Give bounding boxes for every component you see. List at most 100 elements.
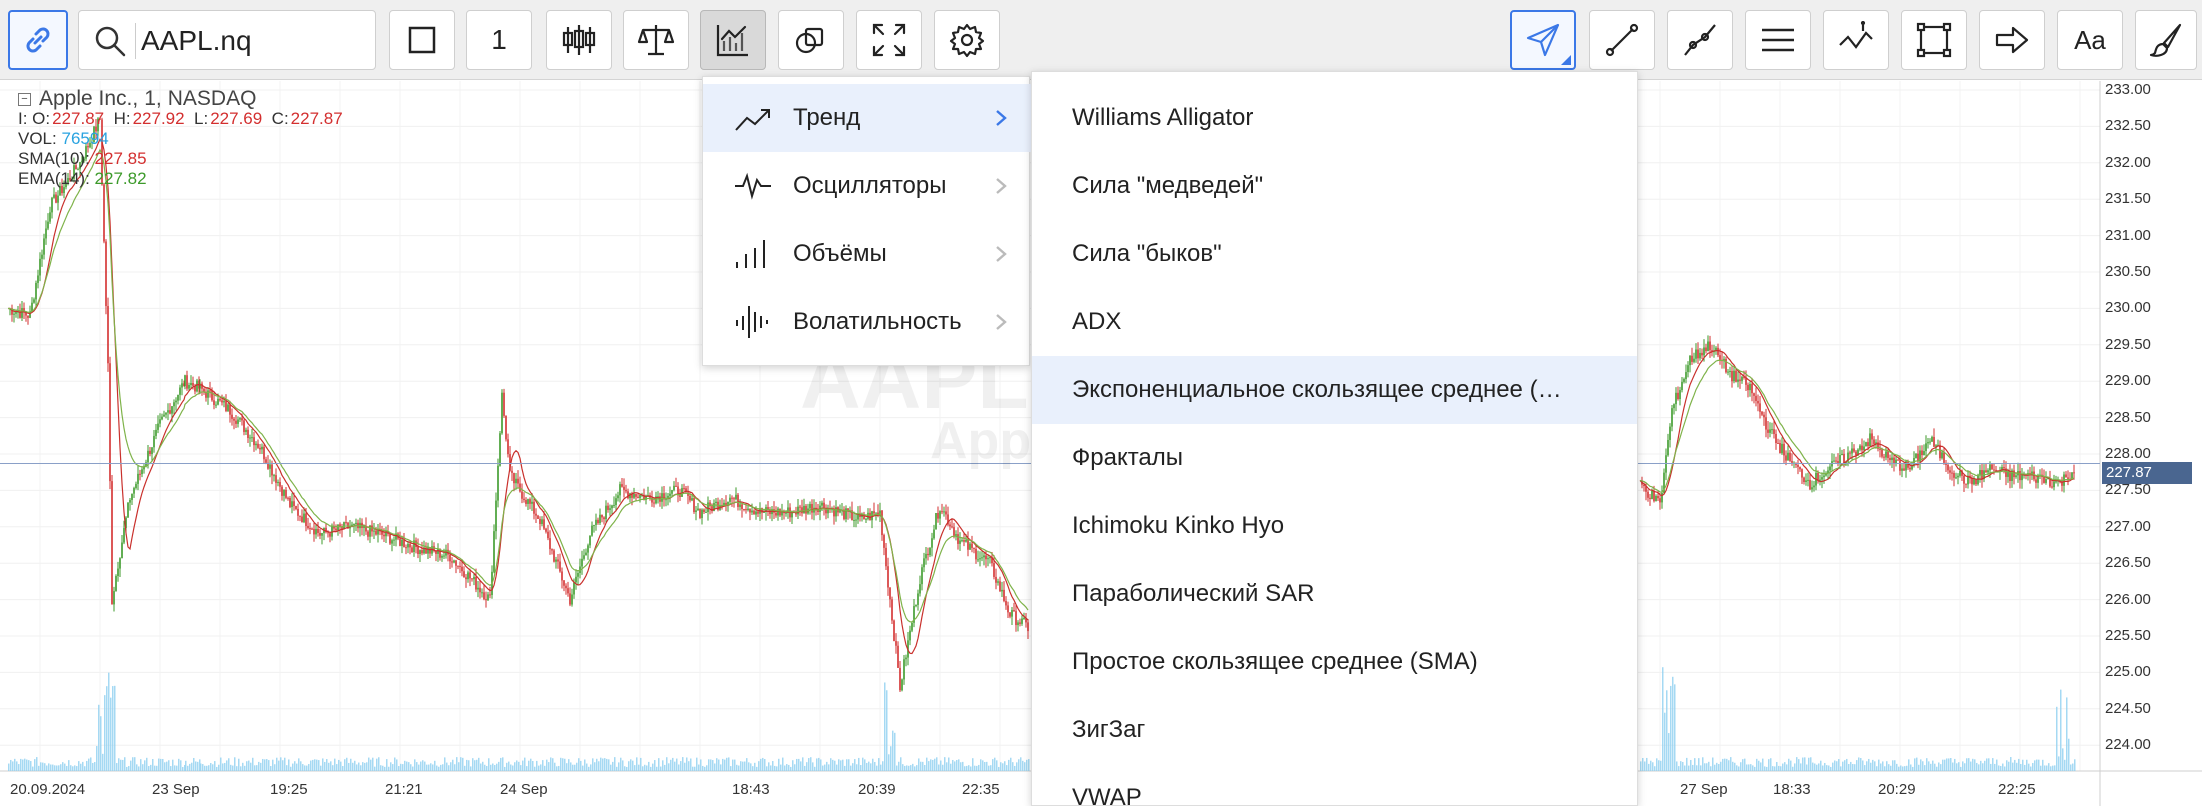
indicator-adx[interactable]: ADX bbox=[1032, 288, 1637, 356]
horizontal-lines-button[interactable] bbox=[1745, 10, 1811, 70]
indicator-ichimoku[interactable]: Ichimoku Kinko Hyo bbox=[1032, 492, 1637, 560]
volume-bar bbox=[840, 760, 842, 771]
volume-bar bbox=[1858, 757, 1860, 771]
candle-body bbox=[135, 483, 137, 489]
volume-bar bbox=[1908, 759, 1910, 771]
menu-item-trend[interactable]: Тренд bbox=[703, 84, 1031, 152]
candle-body bbox=[1015, 611, 1017, 626]
menu-item-volumes[interactable]: Объёмы bbox=[703, 220, 1031, 288]
indicator-bears-power[interactable]: Сила "медведей" bbox=[1032, 152, 1637, 220]
volume-bar bbox=[574, 764, 576, 771]
volume-bar bbox=[904, 765, 906, 771]
collapse-legend-icon[interactable]: − bbox=[18, 92, 31, 106]
volume-bar bbox=[666, 757, 668, 771]
volume-bar bbox=[522, 760, 524, 771]
symbol-input[interactable] bbox=[141, 21, 361, 61]
indicator-sma[interactable]: Простое скользящее среднее (SMA) bbox=[1032, 628, 1637, 696]
submenu-corner-icon bbox=[1561, 55, 1571, 65]
volume-bar bbox=[1828, 765, 1830, 771]
candle-body bbox=[273, 475, 275, 477]
volume-bar bbox=[108, 672, 110, 771]
menu-item-oscillators[interactable]: Осцилляторы bbox=[703, 152, 1031, 220]
volume-bar bbox=[918, 758, 920, 771]
candle-body bbox=[1647, 491, 1649, 498]
candle-body bbox=[1017, 622, 1019, 626]
volume-bar bbox=[360, 765, 362, 771]
arrow-tool-button[interactable] bbox=[1979, 10, 2045, 70]
volume-bar bbox=[308, 764, 310, 771]
cursor-tool-button[interactable] bbox=[1510, 10, 1576, 70]
indicator-bulls-power[interactable]: Сила "быков" bbox=[1032, 220, 1637, 288]
volume-bar bbox=[1812, 762, 1814, 771]
volume-bar bbox=[1702, 757, 1704, 771]
legend-volume: VOL: 76594 bbox=[18, 129, 343, 149]
candle-body bbox=[411, 547, 413, 552]
candle-body bbox=[1835, 460, 1837, 462]
indicator-parabolic-sar[interactable]: Параболический SAR bbox=[1032, 560, 1637, 628]
candle-body bbox=[893, 620, 895, 642]
symbol-search[interactable] bbox=[78, 10, 376, 70]
candle-body bbox=[239, 418, 241, 420]
indicator-williams-alligator[interactable]: Williams Alligator bbox=[1032, 84, 1637, 152]
candle-body bbox=[993, 563, 995, 577]
volume-bar bbox=[1888, 764, 1890, 771]
shapes-button[interactable] bbox=[778, 10, 844, 70]
chart-type-button[interactable] bbox=[389, 10, 455, 70]
indicator-ema[interactable]: Экспоненциальное скользящее среднее (… bbox=[1032, 356, 1637, 424]
menu-item-volatility[interactable]: Волатильность bbox=[703, 288, 1031, 356]
volume-bar bbox=[1814, 763, 1816, 771]
volume-bar bbox=[932, 759, 934, 771]
volume-bar bbox=[778, 758, 780, 771]
candle-body bbox=[1707, 341, 1709, 352]
volume-bar bbox=[578, 758, 580, 771]
volume-bar bbox=[554, 762, 556, 771]
candle-body bbox=[261, 446, 263, 450]
indicator-zigzag[interactable]: ЗигЗаг bbox=[1032, 696, 1637, 764]
brush-tool-button[interactable] bbox=[2135, 10, 2197, 70]
indicator-fractals[interactable]: Фракталы bbox=[1032, 424, 1637, 492]
time-axis-label: 20.09.2024 bbox=[10, 781, 86, 798]
volume-bar bbox=[644, 764, 646, 771]
candle-body bbox=[479, 587, 481, 593]
volume-bar bbox=[1826, 765, 1828, 771]
volume-bar bbox=[2032, 763, 2034, 771]
fullscreen-button[interactable] bbox=[856, 10, 922, 70]
interval-button[interactable]: 1 bbox=[466, 10, 532, 70]
volume-bar bbox=[920, 761, 922, 771]
settings-button[interactable] bbox=[934, 10, 1000, 70]
volume-bar bbox=[818, 757, 820, 771]
candle-body bbox=[2019, 470, 2021, 481]
volume-bar bbox=[1736, 765, 1738, 771]
volume-bar bbox=[1886, 761, 1888, 771]
text-tool-button[interactable]: Aa bbox=[2057, 10, 2123, 70]
volume-bar bbox=[1682, 761, 1684, 771]
candle-body bbox=[139, 473, 141, 475]
volume-bar bbox=[596, 758, 598, 771]
link-button[interactable] bbox=[8, 10, 68, 70]
ray-tool-button[interactable] bbox=[1667, 10, 1733, 70]
candle-body bbox=[1971, 478, 1973, 485]
indicators-button[interactable] bbox=[700, 10, 766, 70]
sma-label: SMA(10): bbox=[18, 149, 90, 168]
volume-bar bbox=[828, 764, 830, 771]
candles-button[interactable] bbox=[546, 10, 612, 70]
indicator-vwap[interactable]: VWAP bbox=[1032, 764, 1637, 805]
chevron-right-icon bbox=[996, 314, 1007, 330]
candle-body bbox=[1901, 468, 1903, 471]
trendline-tool-button[interactable] bbox=[1589, 10, 1655, 70]
volume-bar bbox=[930, 759, 932, 771]
volume-bar bbox=[274, 764, 276, 771]
candle-body bbox=[153, 435, 155, 448]
time-axis-label: 18:33 bbox=[1773, 781, 1811, 798]
candle-body bbox=[1003, 589, 1005, 601]
rectangle-tool-button[interactable] bbox=[1901, 10, 1967, 70]
compare-button[interactable] bbox=[623, 10, 689, 70]
price-axis-label: 230.00 bbox=[2105, 299, 2151, 317]
annotation-tool-button[interactable] bbox=[1823, 10, 1889, 70]
volume-bar bbox=[474, 760, 476, 771]
volume-bar bbox=[189, 763, 191, 771]
candle-body bbox=[923, 558, 925, 568]
volume-bar bbox=[518, 761, 520, 771]
candle-body bbox=[291, 501, 293, 508]
volume-bar bbox=[1872, 759, 1874, 771]
